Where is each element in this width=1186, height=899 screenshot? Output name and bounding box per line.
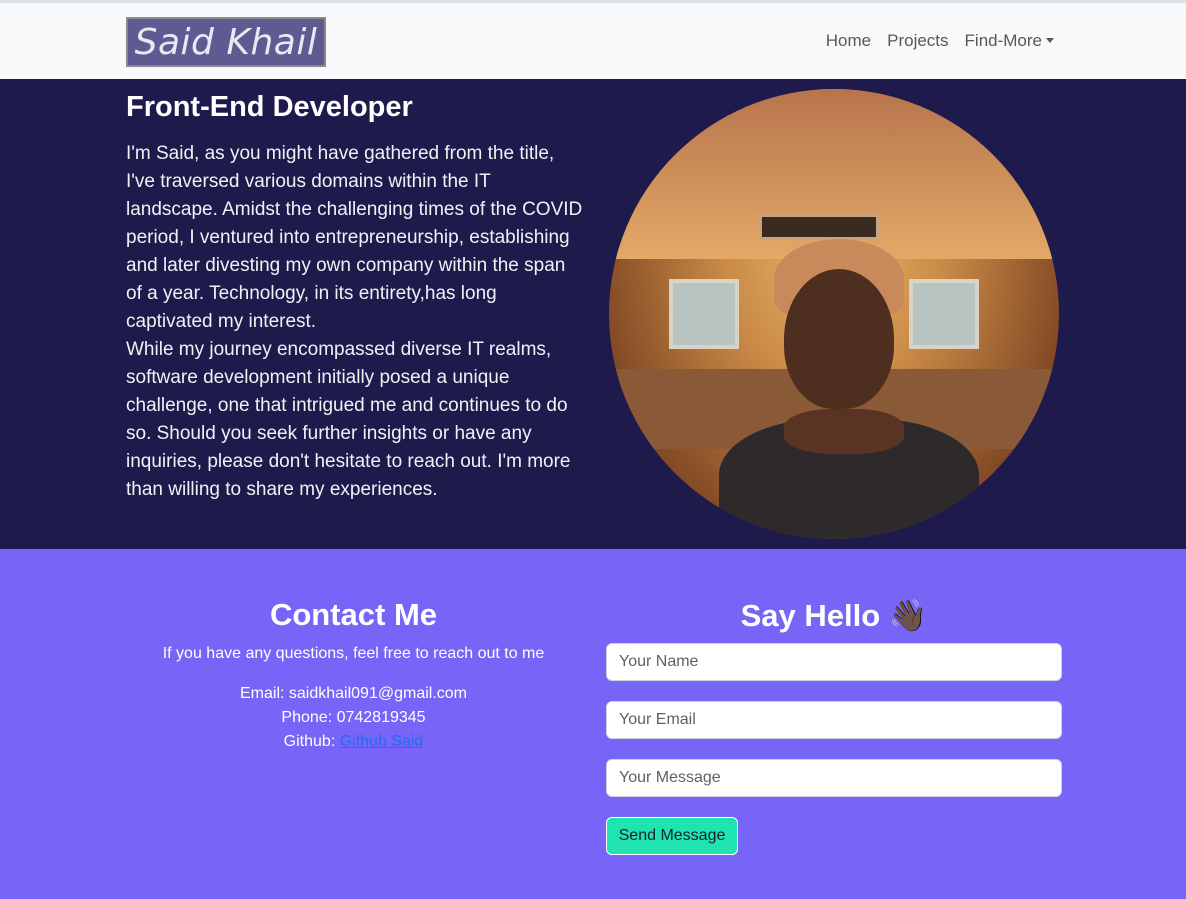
profile-photo: [609, 89, 1059, 539]
contact-email: Email: saidkhail091@gmail.com: [126, 682, 581, 706]
brand-text: Said Khail: [134, 21, 318, 63]
email-value: saidkhail091@gmail.com: [288, 685, 467, 702]
github-label: Github:: [283, 733, 340, 750]
nav-link-home[interactable]: Home: [826, 31, 871, 51]
say-hello-title: Say Hello 👋🏿: [740, 598, 928, 633]
email-input[interactable]: [606, 701, 1062, 739]
nav-links: Home Projects Find-More: [826, 31, 1054, 51]
nav-dropdown-find-more[interactable]: Find-More: [965, 31, 1054, 51]
contact-github: Github: Github Said: [126, 730, 581, 754]
phone-label: Phone:: [281, 709, 337, 726]
hero-paragraph-1: I'm Said, as you might have gathered fro…: [126, 143, 583, 332]
nav-dropdown-label: Find-More: [964, 31, 1042, 50]
github-link[interactable]: Github Said: [340, 733, 424, 750]
hero-text: I'm Said, as you might have gathered fro…: [126, 140, 586, 504]
message-input[interactable]: [606, 759, 1062, 797]
navbar: Said Khail Home Projects Find-More: [0, 0, 1186, 79]
hero-title: Front-End Developer: [126, 91, 413, 123]
contact-info: Contact Me If you have any questions, fe…: [126, 597, 581, 754]
contact-section: Contact Me If you have any questions, fe…: [0, 549, 1186, 899]
hero-section: Front-End Developer I'm Said, as you mig…: [0, 79, 1186, 549]
contact-subtitle: If you have any questions, feel free to …: [162, 645, 545, 662]
nav-link-projects[interactable]: Projects: [887, 31, 948, 51]
email-label: Email:: [239, 685, 289, 702]
contact-phone: Phone: 0742819345: [126, 706, 581, 730]
name-input[interactable]: [606, 643, 1062, 681]
caret-down-icon: [1046, 38, 1054, 43]
contact-title: Contact Me: [269, 597, 438, 632]
hero-paragraph-2: While my journey encompassed diverse IT …: [126, 339, 571, 500]
send-message-button[interactable]: Send Message: [606, 817, 738, 855]
brand-logo[interactable]: Said Khail: [126, 17, 326, 67]
phone-value: 0742819345: [336, 709, 426, 726]
